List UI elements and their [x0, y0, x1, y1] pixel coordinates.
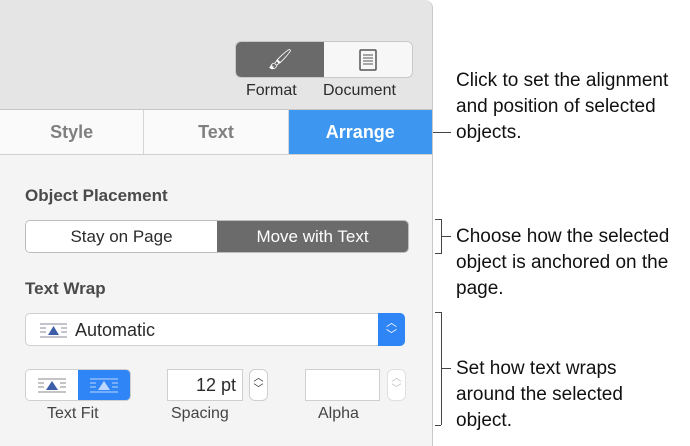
- text-wrap-heading: Text Wrap: [25, 279, 106, 298]
- document-icon: [359, 48, 377, 71]
- paintbrush-icon: 🖌: [267, 49, 293, 71]
- spacing-stepper[interactable]: ︿ ﹀: [249, 369, 268, 401]
- alpha-label: Alpha: [318, 405, 359, 422]
- move-with-text-button[interactable]: Move with Text: [217, 221, 408, 252]
- callout-placement: Choose how the selected object is anchor…: [456, 226, 670, 299]
- callout-line: [441, 368, 451, 369]
- wrap-automatic-icon: [40, 323, 67, 338]
- callout-bracket: [435, 425, 441, 426]
- text-fit-box-button[interactable]: [78, 370, 130, 400]
- format-button[interactable]: 🖌: [236, 42, 324, 77]
- tab-style[interactable]: Style: [0, 110, 145, 154]
- wrap-box-icon: [90, 378, 118, 392]
- text-wrap-value: Automatic: [75, 320, 156, 340]
- format-document-toggle: 🖌: [235, 41, 413, 78]
- toolbar: 🖌 Format Document: [0, 0, 432, 110]
- object-placement-control: Stay on Page Move with Text: [25, 220, 409, 253]
- callout-line: [433, 132, 451, 133]
- text-fit-label: Text Fit: [47, 405, 99, 422]
- tab-text[interactable]: Text: [144, 110, 289, 154]
- tab-bar: Style Text Arrange: [0, 110, 432, 155]
- document-button[interactable]: [324, 42, 412, 77]
- format-sidebar: 🖌 Format Document Style Text Arrange Obj…: [0, 0, 433, 446]
- text-fit-tight-button[interactable]: [26, 370, 78, 400]
- callout-arrange: Click to set the alignment and position …: [456, 70, 669, 143]
- object-placement-heading: Object Placement: [25, 186, 168, 205]
- callout-bracket: [435, 253, 441, 254]
- tab-arrange[interactable]: Arrange: [288, 110, 432, 154]
- stay-on-page-button[interactable]: Stay on Page: [26, 221, 217, 252]
- spacing-label: Spacing: [171, 405, 229, 422]
- text-fit-control: [25, 369, 131, 401]
- document-label: Document: [323, 82, 396, 99]
- chevron-updown-icon: ︿ ﹀: [378, 313, 405, 346]
- callout-text-wrap: Set how text wraps around the selected o…: [456, 358, 623, 431]
- alpha-input[interactable]: [305, 369, 380, 401]
- callout-line: [441, 236, 451, 237]
- text-wrap-select[interactable]: Automatic ︿ ﹀: [25, 313, 405, 346]
- format-label: Format: [246, 82, 297, 99]
- wrap-tight-icon: [38, 378, 66, 392]
- spacing-input[interactable]: 12 pt: [167, 369, 243, 401]
- alpha-stepper[interactable]: ︿ ﹀: [387, 369, 406, 401]
